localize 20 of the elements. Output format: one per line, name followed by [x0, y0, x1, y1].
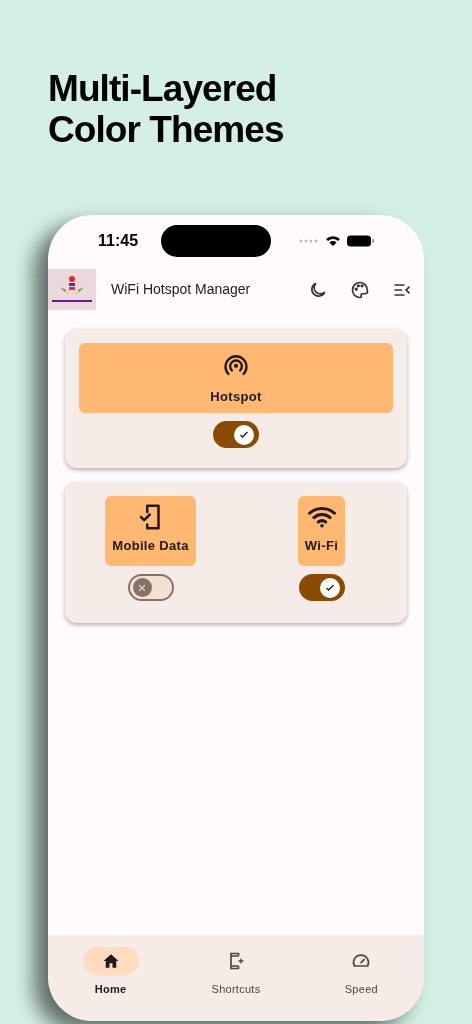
wifi-icon	[325, 235, 341, 247]
toggle-switch[interactable]	[127, 574, 174, 601]
app-logo	[48, 269, 96, 310]
app-title: WiFi Hotspot Manager	[111, 280, 252, 299]
signal-icon	[299, 239, 319, 243]
nav-tab[interactable]: Speed	[298, 947, 424, 998]
toggle-tile[interactable]: Hotspot	[79, 343, 393, 413]
home-icon	[101, 952, 120, 970]
nav-tab[interactable]: Home	[48, 947, 174, 998]
toggle-switch[interactable]	[213, 421, 259, 448]
close-icon	[137, 582, 147, 593]
toggle-switch[interactable]	[298, 574, 345, 601]
palette-icon[interactable]	[350, 279, 370, 300]
toggle-tile[interactable]: Mobile Data	[105, 496, 196, 566]
battery-icon	[347, 235, 374, 247]
headline: Multi-Layered	[48, 68, 278, 109]
headline: Color Themes	[48, 109, 285, 150]
toggle-tile[interactable]: Wi-Fi	[297, 496, 346, 566]
nav-tab[interactable]: Shortcuts	[173, 947, 299, 998]
status-time: 11:45	[98, 231, 139, 251]
